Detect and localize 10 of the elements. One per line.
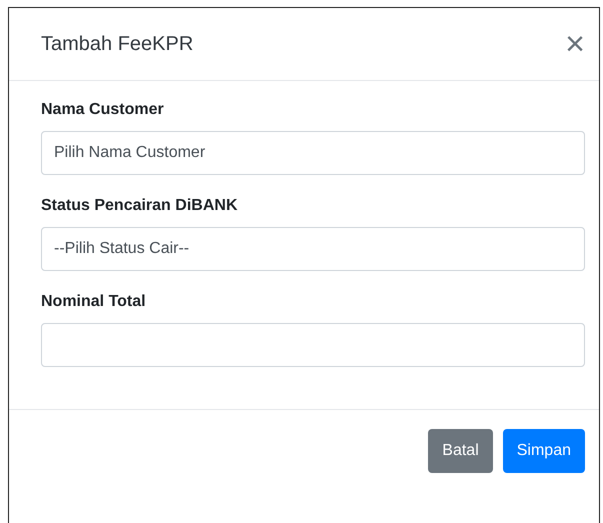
field-label: Nama Customer	[41, 101, 165, 119]
field-label: Nominal Total	[41, 293, 147, 311]
select-field[interactable]: --Pilih Status Cair--	[41, 227, 585, 271]
input-field[interactable]	[41, 323, 585, 367]
save-button[interactable]: Simpan	[502, 429, 585, 473]
dialog-title: Tambah FeeKPR	[41, 32, 194, 56]
close-button[interactable]: ×	[565, 27, 585, 61]
cancel-button[interactable]: Batal	[428, 429, 493, 473]
field-label: Status Pencairan DiBANK	[41, 197, 238, 215]
select-field[interactable]: Pilih Nama Customer	[41, 131, 585, 175]
